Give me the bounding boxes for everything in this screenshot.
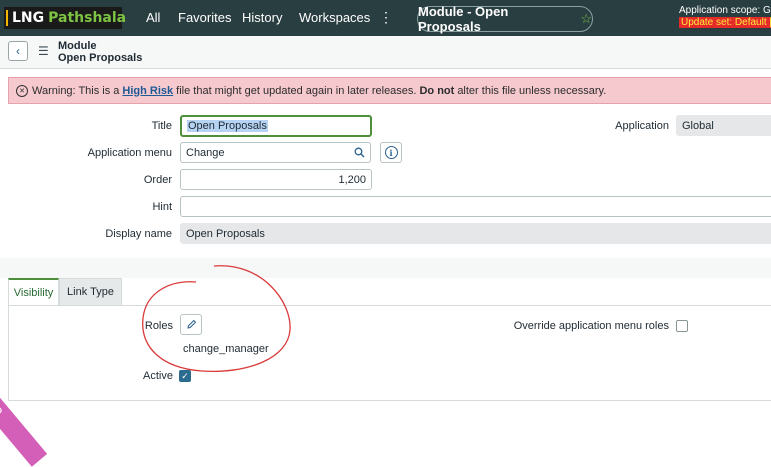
- roles-label: Roles: [144, 320, 173, 332]
- application-menu-value: Change: [186, 146, 225, 159]
- application-label: Application: [615, 120, 669, 132]
- role-item: change_manager: [183, 343, 269, 355]
- title-input[interactable]: Open Proposals: [180, 115, 372, 137]
- active-label: Active: [143, 370, 173, 382]
- application-field: Global: [676, 115, 771, 136]
- hint-input[interactable]: [180, 196, 771, 217]
- warning-suffix: alter this file unless necessary.: [457, 84, 607, 97]
- form-title: Module Open Proposals: [58, 40, 142, 64]
- favorite-star-icon[interactable]: ☆: [580, 11, 592, 27]
- tab-visibility[interactable]: Visibility: [8, 278, 59, 306]
- order-label: Order: [143, 174, 172, 186]
- active-checkbox[interactable]: ✓: [179, 370, 191, 382]
- warning-middle: file that might get updated again in lat…: [176, 84, 417, 97]
- context-menu-icon[interactable]: ☰: [38, 44, 49, 58]
- application-menu-input[interactable]: Change: [180, 142, 350, 163]
- checkmark-icon: ✓: [181, 370, 189, 381]
- nav-workspaces[interactable]: Workspaces: [299, 10, 370, 25]
- logo-brand-text: LNG: [12, 10, 45, 26]
- pencil-icon: [186, 319, 196, 329]
- nav-all[interactable]: All: [146, 10, 160, 25]
- form-title-table: Module: [58, 40, 97, 52]
- form-title-record: Open Proposals: [58, 52, 143, 64]
- info-icon: i: [384, 146, 398, 159]
- nav-history[interactable]: History: [242, 10, 282, 25]
- module-context-pill[interactable]: Module - Open Proposals ☆: [417, 4, 593, 34]
- warning-bold: Do not: [419, 84, 455, 97]
- section-separator: [0, 258, 771, 278]
- warning-prefix: Warning: This is a: [32, 84, 120, 97]
- display-name-label: Display name: [105, 228, 172, 240]
- order-value: 1,200: [338, 173, 366, 186]
- update-set-text[interactable]: Update set: Default [G: [679, 17, 771, 28]
- back-button[interactable]: ‹: [8, 41, 28, 61]
- more-options-icon[interactable]: ⋮: [379, 9, 393, 26]
- close-circle-icon: ✕: [16, 84, 28, 97]
- order-input[interactable]: 1,200: [180, 169, 372, 190]
- application-scope-text[interactable]: Application scope: Glo: [679, 5, 771, 16]
- application-value: Global: [682, 119, 714, 132]
- override-roles-checkbox[interactable]: [676, 320, 688, 332]
- form-tabs: Visibility Link Type: [8, 278, 771, 306]
- form-header: ‹ ☰ Module Open Proposals: [0, 36, 771, 69]
- chevron-left-icon: ‹: [16, 44, 20, 58]
- hint-label: Hint: [152, 201, 172, 213]
- high-risk-link[interactable]: High Risk: [122, 85, 173, 97]
- top-navigation-bar: LNG Pathshala All Favorites History Work…: [0, 0, 771, 36]
- tab-link-type[interactable]: Link Type: [59, 278, 122, 306]
- brand-logo[interactable]: LNG Pathshala: [4, 7, 126, 29]
- reference-info-button[interactable]: i: [380, 142, 402, 163]
- warning-banner: ✕ Warning: This is a High Risk file that…: [8, 77, 771, 104]
- logo-name-text: Pathshala: [48, 10, 127, 26]
- edit-roles-button[interactable]: [180, 314, 202, 335]
- application-menu-label: Application menu: [87, 147, 172, 159]
- nav-favorites[interactable]: Favorites: [178, 10, 231, 25]
- module-pill-label: Module - Open Proposals: [418, 4, 509, 34]
- display-name-field: Open Proposals: [180, 223, 771, 244]
- lookup-button[interactable]: [349, 142, 371, 163]
- display-name-value: Open Proposals: [186, 227, 265, 240]
- override-roles-label: Override application menu roles: [513, 320, 669, 332]
- logo-grid-icon: [6, 10, 8, 26]
- title-label: Title: [151, 120, 172, 132]
- title-input-value: Open Proposals: [187, 120, 268, 132]
- search-icon: [354, 147, 365, 158]
